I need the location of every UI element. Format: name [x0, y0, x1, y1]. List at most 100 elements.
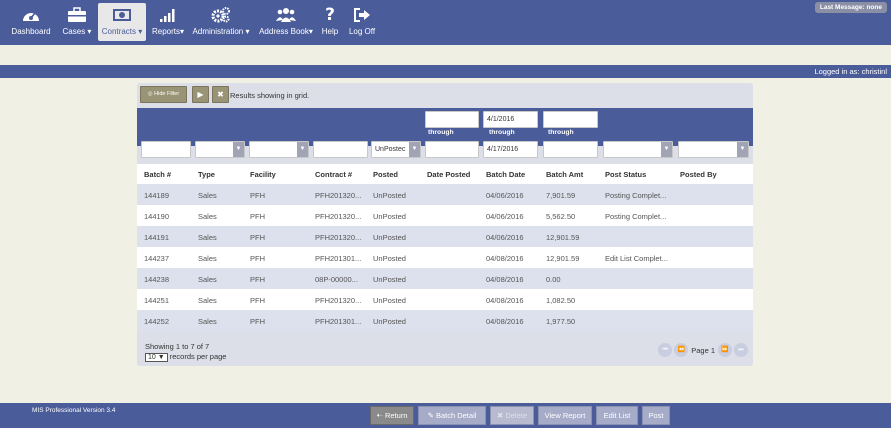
- nav-cases[interactable]: Cases ▾: [58, 0, 96, 45]
- column-header[interactable]: Post Status: [605, 170, 646, 179]
- table-row[interactable]: 144191 Sales PFH PFH201320... UnPosted 04/06/…: [137, 226, 753, 247]
- column-header[interactable]: Facility: [250, 170, 276, 179]
- table-cell: Sales: [198, 317, 217, 326]
- nav-label: Reports▾: [151, 27, 185, 36]
- table-row[interactable]: 144252 Sales PFH PFH201301... UnPosted 04/08/…: [137, 310, 753, 331]
- batch-number-filter[interactable]: [141, 141, 191, 158]
- post-button[interactable]: Post: [642, 406, 670, 425]
- table-cell: UnPosted: [373, 254, 406, 263]
- column-header[interactable]: Batch #: [144, 170, 171, 179]
- column-header[interactable]: Date Posted: [427, 170, 470, 179]
- nav-help[interactable]: ? Help: [318, 0, 342, 45]
- table-row[interactable]: 144190 Sales PFH PFH201320... UnPosted 04/06/…: [137, 205, 753, 226]
- batch-grid-panel: ◎ Hide Filter ▶ ✖ Results showing in gri…: [137, 83, 753, 366]
- records-per-page-value: 10: [148, 354, 156, 361]
- table-row[interactable]: 144189 Sales PFH PFH201320... UnPosted 04/06/…: [137, 184, 753, 205]
- batch-amt-to-input[interactable]: [543, 141, 598, 158]
- hide-filter-button[interactable]: ◎ Hide Filter: [140, 86, 187, 103]
- column-header[interactable]: Contract #: [315, 170, 352, 179]
- table-cell: 144237: [144, 254, 170, 263]
- table-header: Batch # Type Facility Contract # Posted …: [137, 164, 753, 184]
- table-cell: 0.00: [546, 275, 561, 284]
- column-header[interactable]: Batch Amt: [546, 170, 583, 179]
- column-header[interactable]: Posted: [373, 170, 398, 179]
- edit-list-button[interactable]: Edit List: [596, 406, 638, 425]
- view-report-button[interactable]: View Report: [538, 406, 592, 425]
- column-header[interactable]: Posted By: [680, 170, 717, 179]
- column-header[interactable]: Batch Date: [486, 170, 525, 179]
- clear-filter-button[interactable]: ✖: [212, 86, 229, 103]
- through-label: through: [548, 129, 574, 136]
- question-icon: ?: [325, 5, 335, 25]
- bottom-bar: MIS Professional Version 3.4 🠠 Return ✎ …: [0, 403, 891, 428]
- column-header[interactable]: Type: [198, 170, 215, 179]
- nav-administration[interactable]: Administration ▾: [188, 0, 254, 45]
- chevron-down-icon: ▼: [297, 142, 308, 157]
- table-cell: 144251: [144, 296, 170, 305]
- table-cell: 5,562.50: [546, 212, 576, 221]
- table-cell: 08P-00000...: [315, 275, 358, 284]
- table-cell: PFH: [250, 317, 265, 326]
- table-cell: PFH201320...: [315, 296, 362, 305]
- table-cell: 04/08/2016: [486, 296, 524, 305]
- table-row[interactable]: 144238 Sales PFH 08P-00000... UnPosted 04/08/…: [137, 268, 753, 289]
- facility-filter-select[interactable]: ▼: [249, 141, 309, 158]
- prev-page-icon[interactable]: ⏪: [674, 343, 689, 357]
- table-cell: PFH: [250, 191, 265, 200]
- table-row[interactable]: 144251 Sales PFH PFH201320... UnPosted 04/08/…: [137, 289, 753, 310]
- table-cell: 144252: [144, 317, 170, 326]
- table-cell: Sales: [198, 296, 217, 305]
- nav-address-book[interactable]: Address Book▾: [256, 0, 316, 45]
- delete-button[interactable]: ✖ Delete: [490, 406, 534, 425]
- last-page-icon[interactable]: ⏭: [734, 343, 748, 357]
- top-nav: Dashboard Cases ▾ Contracts ▾ Reports▾ A…: [0, 0, 891, 45]
- table-cell: PFH201320...: [315, 191, 362, 200]
- date-posted-from-input[interactable]: [425, 111, 479, 128]
- chevron-down-icon: ▼: [233, 142, 244, 157]
- nav-dashboard[interactable]: Dashboard: [8, 0, 54, 45]
- user-bar: Logged in as: christinl: [0, 65, 891, 78]
- posted-by-filter-select[interactable]: ▼: [678, 141, 749, 158]
- table-cell: PFH: [250, 275, 265, 284]
- post-status-filter-select[interactable]: ▼: [603, 141, 673, 158]
- table-cell: PFH201301...: [315, 254, 362, 263]
- batch-detail-button[interactable]: ✎ Batch Detail: [418, 406, 486, 425]
- table-cell: UnPosted: [373, 191, 406, 200]
- nav-reports[interactable]: Reports▾: [150, 0, 186, 45]
- nav-label: Administration ▾: [192, 27, 250, 36]
- table-cell: 144189: [144, 191, 170, 200]
- batch-date-from-input[interactable]: 4/1/2016: [483, 111, 538, 128]
- table-cell: Sales: [198, 233, 217, 242]
- dashboard-icon: [8, 6, 54, 24]
- contract-filter-input[interactable]: [313, 141, 368, 158]
- briefcase-icon: [58, 6, 96, 24]
- records-per-page-select[interactable]: 10 ▼: [145, 353, 168, 362]
- table-cell: 7,901.59: [546, 191, 576, 200]
- table-cell: 12,901.59: [546, 233, 580, 242]
- table-cell: Sales: [198, 191, 217, 200]
- sub-band: [0, 45, 891, 65]
- next-page-icon[interactable]: ⏩: [718, 343, 732, 357]
- type-filter-select[interactable]: ▼: [195, 141, 245, 158]
- table-cell: 1,977.50: [546, 317, 576, 326]
- table-cell: Posting Complet...: [605, 191, 667, 200]
- chevron-down-icon: ▼: [737, 142, 748, 157]
- date-posted-to-input[interactable]: [425, 141, 479, 158]
- table-row[interactable]: 144237 Sales PFH PFH201301... UnPosted 04/08/…: [137, 247, 753, 268]
- nav-label: Help: [321, 27, 339, 36]
- table-cell: Sales: [198, 254, 217, 263]
- batch-amt-from-input[interactable]: [543, 111, 598, 128]
- table-cell: PFH: [250, 212, 265, 221]
- return-button[interactable]: 🠠 Return: [370, 406, 414, 425]
- posted-filter-select[interactable]: UnPostec ▼: [371, 141, 421, 158]
- table-cell: Posting Complet...: [605, 212, 667, 221]
- nav-contracts[interactable]: Contracts ▾: [98, 3, 146, 41]
- posted-filter-value: UnPostec: [375, 146, 406, 153]
- nav-log-off[interactable]: Log Off: [346, 0, 378, 45]
- last-message-badge[interactable]: Last Message: none: [814, 2, 887, 13]
- records-per-page-label: records per page: [169, 352, 227, 361]
- bar-chart-icon: [150, 6, 186, 24]
- first-page-icon[interactable]: ⏮: [658, 343, 673, 357]
- batch-date-to-input[interactable]: 4/17/2016: [483, 141, 538, 158]
- run-filter-button[interactable]: ▶: [192, 86, 209, 103]
